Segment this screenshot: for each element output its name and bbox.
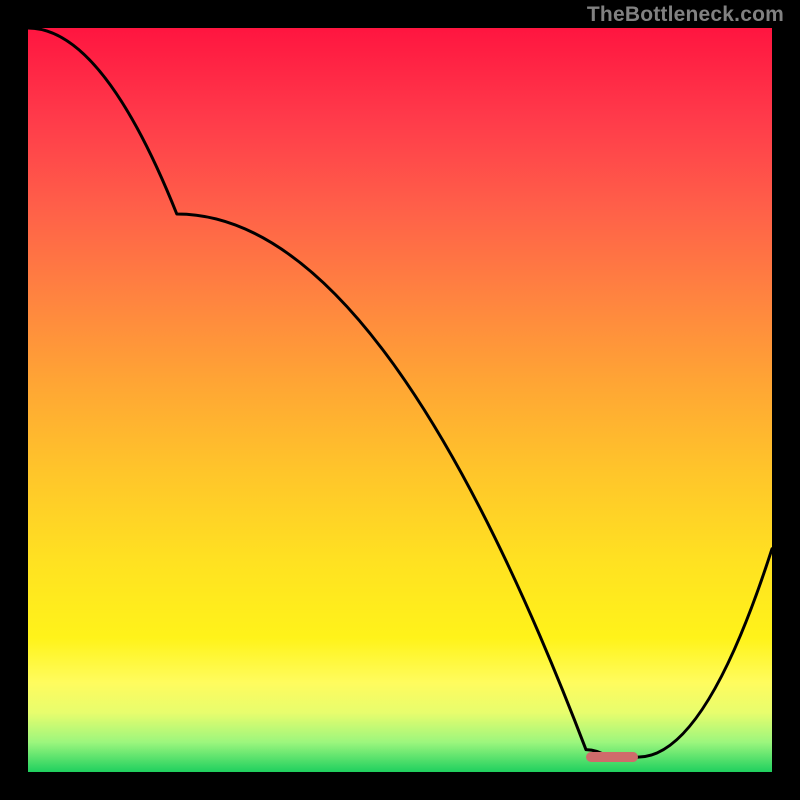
optimal-zone-marker (586, 752, 638, 762)
chart-frame: TheBottleneck.com (0, 0, 800, 800)
plot-area (28, 28, 772, 772)
line-curve (28, 28, 772, 772)
watermark-text: TheBottleneck.com (587, 3, 784, 27)
